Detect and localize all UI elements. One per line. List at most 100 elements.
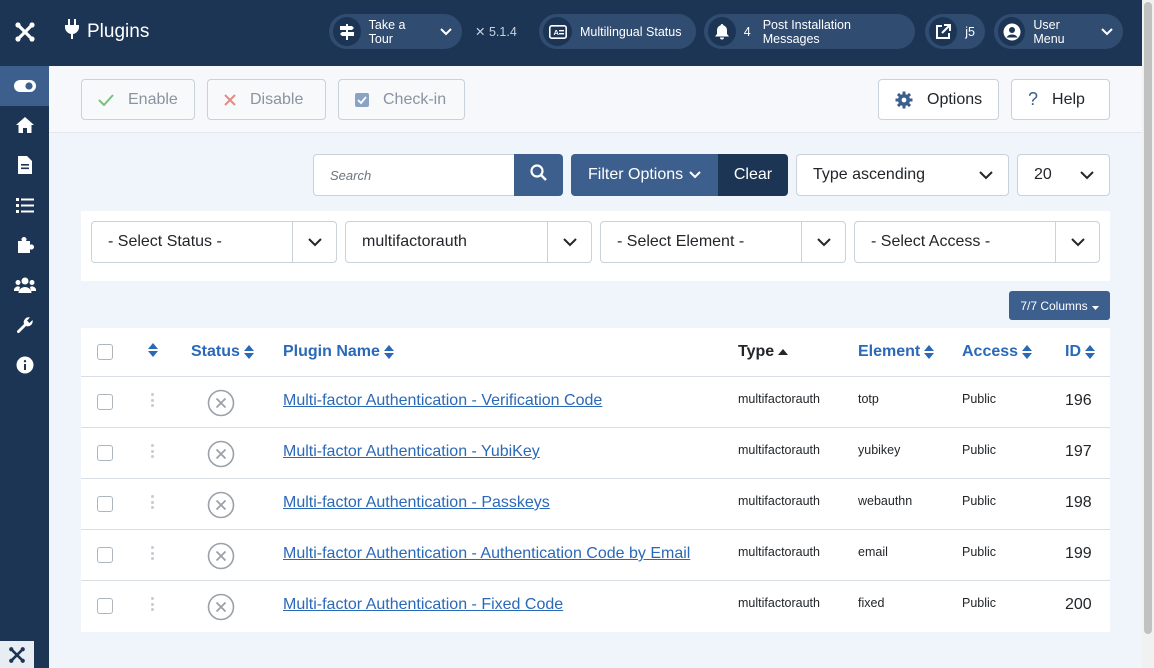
joomla-version: ✕ 5.1.4 [475, 24, 517, 39]
take-tour-button[interactable]: Take a Tour [329, 14, 462, 49]
type-cell: multifactorauth [738, 545, 820, 559]
drag-handle-icon[interactable] [150, 393, 154, 407]
plugin-name-link[interactable]: Multi-factor Authentication - YubiKey [283, 443, 540, 461]
plugin-name-link[interactable]: Multi-factor Authentication - Verificati… [283, 392, 602, 410]
toggle-menu-icon[interactable] [0, 66, 49, 106]
access-filter-select[interactable]: - Select Access - [854, 221, 1100, 263]
disabled-status-icon[interactable] [207, 389, 235, 422]
access-cell: Public [962, 545, 997, 559]
row-checkbox[interactable] [97, 496, 113, 512]
content-icon[interactable] [0, 145, 49, 185]
site-name-label: j5 [965, 24, 975, 39]
plugin-name-link[interactable]: Multi-factor Authentication - Passkeys [283, 494, 550, 512]
id-cell: 197 [1065, 443, 1092, 460]
search-placeholder: Search [330, 167, 372, 183]
name-header-label: Plugin Name [283, 343, 380, 360]
joomla-logo-icon[interactable] [0, 0, 49, 64]
chevron-down-icon [801, 222, 845, 262]
help-button[interactable]: ? Help [1011, 79, 1110, 120]
element-sort-header[interactable]: Element [858, 343, 935, 361]
row-checkbox[interactable] [97, 547, 113, 563]
options-button[interactable]: Options [878, 79, 999, 120]
id-sort-header[interactable]: ID [1065, 343, 1095, 361]
select-all-checkbox[interactable] [97, 344, 113, 360]
components-puzzle-icon[interactable] [0, 225, 49, 265]
type-cell: multifactorauth [738, 392, 820, 406]
user-menu-button[interactable]: User Menu [994, 14, 1123, 49]
joomla-version-text: 5.1.4 [488, 25, 517, 39]
disabled-status-icon[interactable] [207, 593, 235, 626]
filter-options-button[interactable]: Filter Options [571, 154, 718, 196]
status-filter-value: - Select Status - [108, 233, 222, 250]
ordering-select[interactable]: Type ascending [796, 154, 1009, 196]
search-input[interactable]: Search [313, 154, 514, 196]
ordering-sort-header[interactable] [148, 343, 158, 357]
drag-handle-icon[interactable] [150, 597, 154, 611]
row-checkbox[interactable] [97, 445, 113, 461]
table-row: Multi-factor Authentication - Passkeys m… [81, 479, 1110, 530]
search-button[interactable] [514, 154, 563, 196]
checkbox-checked-icon [355, 92, 369, 107]
check-in-button[interactable]: Check-in [338, 79, 465, 120]
disable-label: Disable [250, 90, 304, 108]
disabled-status-icon[interactable] [207, 542, 235, 575]
ordering-value: Type ascending [813, 166, 926, 183]
access-cell: Public [962, 392, 997, 406]
drag-handle-icon[interactable] [150, 495, 154, 509]
help-info-icon[interactable] [0, 345, 49, 385]
scrollbar-thumb[interactable] [1144, 2, 1152, 634]
folder-filter-select[interactable]: multifactorauth [345, 221, 592, 263]
status-filter-select[interactable]: - Select Status - [91, 221, 337, 263]
disable-button[interactable]: Disable [207, 79, 326, 120]
svg-text:A: A [553, 28, 559, 37]
name-sort-header[interactable]: Plugin Name [283, 343, 394, 361]
list-limit-select[interactable]: 20 [1017, 154, 1110, 196]
drag-handle-icon[interactable] [150, 444, 154, 458]
home-icon[interactable] [0, 105, 49, 145]
element-header-label: Element [858, 343, 921, 360]
system-wrench-icon[interactable] [0, 305, 49, 345]
gear-icon [895, 91, 913, 109]
id-cell: 198 [1065, 494, 1092, 511]
post-install-count: 4 [743, 24, 751, 39]
status-sort-header[interactable]: Status [191, 343, 254, 361]
post-installation-messages-button[interactable]: 4 Post Installation Messages [704, 14, 915, 49]
chevron-down-icon [547, 222, 591, 262]
plugin-name-link[interactable]: Multi-factor Authentication - Authentica… [283, 545, 690, 563]
type-sort-header[interactable]: Type [738, 343, 789, 361]
row-checkbox[interactable] [97, 598, 113, 614]
view-site-button[interactable]: j5 [925, 14, 985, 49]
signpost-icon [333, 17, 361, 46]
user-menu-label: User Menu [1033, 17, 1065, 46]
disabled-status-icon[interactable] [207, 491, 235, 524]
menus-list-icon[interactable] [0, 185, 49, 225]
user-avatar-icon [998, 17, 1026, 46]
clear-button[interactable]: Clear [718, 154, 788, 196]
disabled-status-icon[interactable] [207, 440, 235, 473]
multilingual-status-button[interactable]: A Multilingual Status [539, 14, 696, 49]
columns-toggle-label: 7/7 Columns [1020, 298, 1088, 313]
element-cell: email [858, 545, 888, 559]
drag-handle-icon[interactable] [150, 546, 154, 560]
type-cell: multifactorauth [738, 596, 820, 610]
access-sort-header[interactable]: Access [962, 343, 1033, 361]
users-icon[interactable] [0, 265, 49, 305]
search-icon [530, 164, 547, 186]
table-row: Multi-factor Authentication - Authentica… [81, 530, 1110, 581]
status-header-label: Status [191, 343, 240, 360]
table-header-row: Status Plugin Name Type Element Access I… [81, 328, 1110, 377]
columns-toggle-button[interactable]: 7/7 Columns [1009, 291, 1110, 320]
vertical-scrollbar[interactable] [1142, 0, 1154, 668]
row-checkbox[interactable] [97, 394, 113, 410]
enable-button[interactable]: Enable [81, 79, 195, 120]
access-filter-value: - Select Access - [871, 233, 991, 250]
element-filter-value: - Select Element - [617, 233, 745, 250]
close-icon [224, 93, 236, 106]
question-icon: ? [1028, 89, 1039, 109]
id-cell: 196 [1065, 392, 1092, 409]
element-filter-select[interactable]: - Select Element - [600, 221, 846, 263]
type-cell: multifactorauth [738, 443, 820, 457]
plugin-name-link[interactable]: Multi-factor Authentication - Fixed Code [283, 596, 563, 614]
list-limit-value: 20 [1034, 166, 1052, 183]
check-icon [98, 93, 114, 106]
